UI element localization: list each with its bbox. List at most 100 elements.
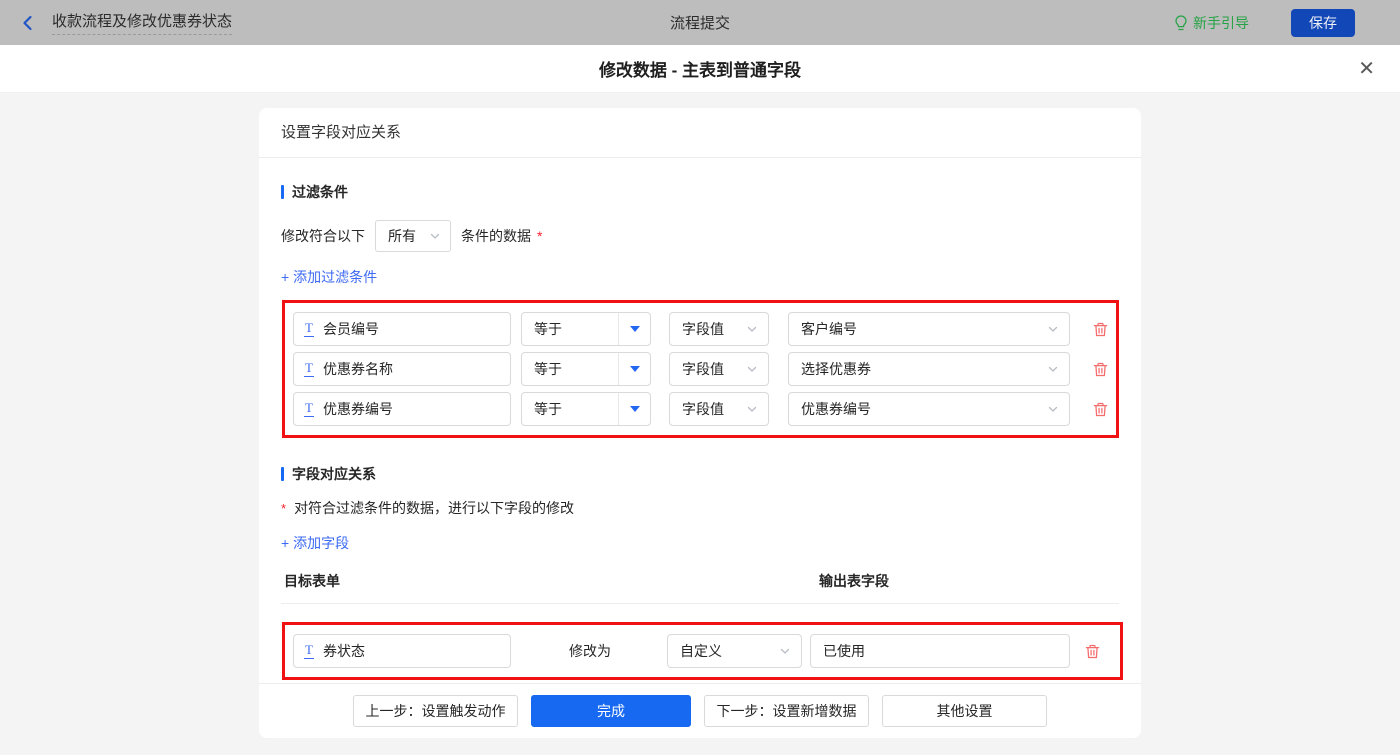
modal-title: 修改数据 - 主表到普通字段 [599,56,801,81]
field-name: 优惠券名称 [323,359,393,379]
mapping-section-title: 字段对应关系 [281,464,1119,484]
mapping-rows-annotation-box: T 券状态 修改为 自定义 已使用 [282,622,1123,680]
text-field-icon: T [304,361,314,377]
modal-body: 设置字段对应关系 过滤条件 修改符合以下 所有 条件的数据 * + 添加过滤条件 [0,93,1400,755]
topbar: 收款流程及修改优惠券状态 流程提交 新手引导 保存 [0,0,1400,45]
column-output-field: 输出表字段 [819,571,889,591]
chevron-down-icon [746,363,758,375]
chevron-down-icon [1047,363,1059,375]
card-body: 过滤条件 修改符合以下 所有 条件的数据 * + 添加过滤条件 T 会员编号 等… [259,158,1141,683]
operator-value: 等于 [522,399,618,419]
add-field-link[interactable]: + 添加字段 [281,533,349,553]
save-button[interactable]: 保存 [1291,9,1355,37]
mapping-table-header: 目标表单 输出表字段 [281,571,1119,604]
value-mode-select[interactable]: 自定义 [667,634,802,668]
filter-rows: T 会员编号 等于 字段值 客户编号 T 优惠券名称 等于 字段值 [293,312,1116,426]
value-type-select[interactable]: 字段值 [669,352,769,386]
other-settings-button[interactable]: 其他设置 [882,695,1047,727]
compare-value-select[interactable]: 客户编号 [788,312,1070,346]
chevron-down-icon [779,645,791,657]
target-field-name: 券状态 [323,641,365,661]
close-icon[interactable]: ✕ [1358,59,1375,79]
mapping-hint: 对符合过滤条件的数据，进行以下字段的修改 [294,498,574,518]
settings-card: 设置字段对应关系 过滤条件 修改符合以下 所有 条件的数据 * + 添加过滤条件 [259,108,1141,738]
filter-condition-row: T 会员编号 等于 字段值 客户编号 [293,312,1116,346]
modal-header: 修改数据 - 主表到普通字段 ✕ [0,45,1400,93]
operator-select[interactable]: 等于 [521,352,651,386]
operator-caret [618,353,650,385]
filter-section-title: 过滤条件 [281,182,1119,202]
match-prefix: 修改符合以下 [281,226,365,246]
text-field-icon: T [304,321,314,337]
next-step-button[interactable]: 下一步：设置新增数据 [704,695,869,727]
chevron-down-icon [1047,323,1059,335]
mapping-rows: T 券状态 修改为 自定义 已使用 [293,634,1120,668]
compare-value: 客户编号 [801,319,857,339]
required-asterisk: * [281,501,286,516]
field-input[interactable]: T 优惠券名称 [293,352,511,386]
triangle-down-icon [630,406,640,412]
value-mode: 自定义 [680,641,722,661]
match-suffix: 条件的数据 [461,226,531,246]
chevron-down-icon [429,230,441,242]
topbar-right: 新手引导 保存 [1174,9,1355,37]
operator-select[interactable]: 等于 [521,392,651,426]
filter-condition-row: T 优惠券编号 等于 字段值 优惠券编号 [293,392,1116,426]
field-name: 优惠券编号 [323,399,393,419]
field-input[interactable]: T 会员编号 [293,312,511,346]
chevron-down-icon [746,403,758,415]
topbar-left: 收款流程及修改优惠券状态 [20,10,232,35]
mapping-section-label: 字段对应关系 [292,464,376,484]
flow-title[interactable]: 收款流程及修改优惠券状态 [52,10,232,35]
delete-row-icon[interactable] [1084,643,1101,660]
delete-row-icon[interactable] [1092,401,1109,418]
prev-step-button[interactable]: 上一步：设置触发动作 [353,695,518,727]
filter-section-label: 过滤条件 [292,182,348,202]
match-condition-line: 修改符合以下 所有 条件的数据 * [281,220,1119,252]
value-type: 字段值 [682,319,724,339]
section-bar [281,467,284,481]
card-footer: 上一步：设置触发动作 完成 下一步：设置新增数据 其他设置 [259,683,1141,738]
triangle-down-icon [630,366,640,372]
guide-label: 新手引导 [1193,13,1249,33]
triangle-down-icon [630,326,640,332]
lightbulb-icon [1174,15,1188,31]
chevron-down-icon [746,323,758,335]
compare-value-select[interactable]: 优惠券编号 [788,392,1070,426]
custom-value: 已使用 [823,641,865,661]
filter-rows-annotation-box: T 会员编号 等于 字段值 客户编号 T 优惠券名称 等于 字段值 [282,300,1119,438]
mapping-hint-line: * 对符合过滤条件的数据，进行以下字段的修改 [281,498,1119,518]
done-button[interactable]: 完成 [531,695,691,727]
match-mode-select[interactable]: 所有 [375,220,451,252]
value-type: 字段值 [682,399,724,419]
value-type: 字段值 [682,359,724,379]
card-title: 设置字段对应关系 [259,108,1141,158]
required-asterisk: * [537,228,542,244]
filter-condition-row: T 优惠券名称 等于 字段值 选择优惠券 [293,352,1116,386]
operator-caret [618,393,650,425]
section-bar [281,185,284,199]
back-icon[interactable] [20,14,38,32]
field-name: 会员编号 [323,319,379,339]
modify-to-label: 修改为 [569,641,611,661]
value-type-select[interactable]: 字段值 [669,392,769,426]
operator-value: 等于 [522,319,618,339]
operator-select[interactable]: 等于 [521,312,651,346]
target-field-input[interactable]: T 券状态 [293,634,511,668]
beginner-guide-link[interactable]: 新手引导 [1174,13,1249,33]
operator-value: 等于 [522,359,618,379]
add-filter-condition-link[interactable]: + 添加过滤条件 [281,267,377,287]
compare-value: 选择优惠券 [801,359,871,379]
value-type-select[interactable]: 字段值 [669,312,769,346]
text-field-icon: T [304,643,314,659]
match-mode-value: 所有 [388,226,416,246]
chevron-down-icon [1047,403,1059,415]
delete-row-icon[interactable] [1092,321,1109,338]
custom-value-input[interactable]: 已使用 [810,634,1070,668]
field-input[interactable]: T 优惠券编号 [293,392,511,426]
text-field-icon: T [304,401,314,417]
operator-caret [618,313,650,345]
compare-value: 优惠券编号 [801,399,871,419]
delete-row-icon[interactable] [1092,361,1109,378]
compare-value-select[interactable]: 选择优惠券 [788,352,1070,386]
